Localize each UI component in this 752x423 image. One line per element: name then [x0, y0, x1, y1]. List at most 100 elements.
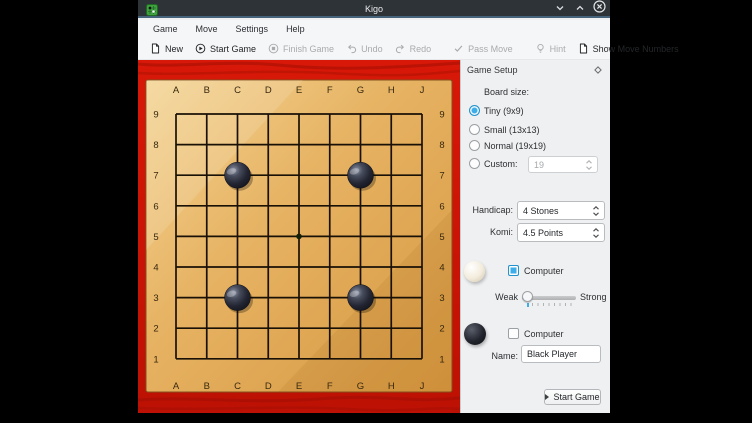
svg-text:2: 2 — [439, 324, 444, 335]
maximize-button[interactable] — [573, 3, 586, 16]
menu-game[interactable]: Game — [144, 20, 187, 38]
svg-text:6: 6 — [439, 201, 444, 212]
toolbar-start-game[interactable]: Start Game — [189, 39, 262, 59]
custom-size-value: 19 — [534, 160, 544, 170]
window-title: Kigo — [138, 0, 610, 18]
toolbar-finish-game: Finish Game — [262, 39, 340, 59]
chevron-up-icon — [575, 0, 585, 18]
screen: Kigo — [0, 0, 752, 423]
toolbar-undo: Undo — [340, 39, 389, 59]
svg-text:A: A — [173, 85, 180, 96]
toolbar-redo: Redo — [389, 39, 438, 59]
kigo-window: Kigo — [138, 0, 610, 413]
document-new-icon — [150, 43, 161, 54]
close-button[interactable] — [593, 3, 606, 16]
spin-arrows-icon — [585, 159, 593, 171]
minimize-button[interactable] — [553, 3, 566, 16]
svg-text:3: 3 — [153, 293, 158, 304]
svg-text:C: C — [234, 381, 241, 392]
radio-label-tiny-9x9-[interactable]: Tiny (9x9) — [484, 106, 524, 116]
go-board[interactable]: AABBCCDDEEFFGGHHJJ998877665544332211 — [138, 60, 460, 413]
svg-text:D: D — [265, 381, 272, 392]
svg-text:E: E — [296, 85, 302, 96]
svg-text:5: 5 — [153, 232, 158, 243]
svg-text:5: 5 — [439, 232, 444, 243]
svg-text:G: G — [357, 85, 364, 96]
spin-arrows-icon[interactable] — [592, 227, 600, 239]
radio-small-13x13-[interactable] — [469, 124, 480, 135]
spin-arrows-icon[interactable] — [592, 205, 600, 217]
toolbar-label: Finish Game — [283, 44, 334, 54]
svg-text:1: 1 — [439, 354, 444, 365]
stop-circle-icon — [268, 43, 279, 54]
radio-tiny-9x9-[interactable] — [469, 105, 480, 116]
toolbar-new[interactable]: New — [144, 39, 189, 59]
svg-text:J: J — [420, 85, 425, 96]
radio-label-normal-19x19-[interactable]: Normal (19x19) — [484, 141, 546, 151]
radio-custom-[interactable] — [469, 158, 480, 169]
toolbar-show-move-numbers[interactable]: Show Move Numbers — [572, 39, 685, 59]
svg-text:1: 1 — [153, 354, 158, 365]
strong-label: Strong — [580, 292, 607, 302]
white-stone-image — [464, 261, 485, 282]
svg-text:4: 4 — [439, 263, 444, 274]
redo-arrow-icon — [395, 43, 406, 54]
menubar: GameMoveSettingsHelp — [138, 20, 610, 38]
black-computer-checkbox[interactable] — [508, 328, 519, 339]
white-computer-checkbox[interactable] — [508, 265, 519, 276]
black-name-input[interactable] — [521, 345, 601, 363]
toolbar-label: Start Game — [210, 44, 256, 54]
radio-normal-19x19-[interactable] — [469, 140, 480, 151]
toolbar: New Start Game Finish Game UndoRedo Pass Mov… — [138, 38, 610, 60]
svg-text:J: J — [420, 381, 425, 392]
custom-size-spinbox: 19 — [528, 156, 598, 173]
titlebar[interactable]: Kigo — [138, 0, 610, 18]
komi-label: Komi: — [461, 227, 513, 237]
svg-text:B: B — [204, 85, 210, 96]
menu-help[interactable]: Help — [277, 20, 314, 38]
black-stone-image — [464, 323, 486, 345]
svg-text:D: D — [265, 85, 272, 96]
white-computer-label: Computer — [524, 266, 564, 276]
black-computer-label: Computer — [524, 329, 564, 339]
window-controls — [553, 0, 606, 18]
menu-move[interactable]: Move — [187, 20, 227, 38]
undo-arrow-icon — [346, 43, 357, 54]
svg-text:4: 4 — [153, 263, 158, 274]
komi-spinbox[interactable]: 4.5 Points — [517, 223, 605, 242]
svg-text:H: H — [388, 381, 395, 392]
strength-slider-handle[interactable] — [522, 291, 533, 302]
svg-text:C: C — [234, 85, 241, 96]
toolbar-label: Show Move Numbers — [593, 44, 679, 54]
svg-text:7: 7 — [439, 171, 444, 182]
handicap-spinbox[interactable]: 4 Stones — [517, 201, 605, 220]
handicap-value: 4 Stones — [523, 206, 559, 216]
svg-text:E: E — [296, 381, 302, 392]
svg-text:A: A — [173, 381, 180, 392]
toolbar-label: Hint — [550, 44, 566, 54]
lightbulb-icon — [535, 43, 546, 54]
play-circle-icon — [195, 43, 206, 54]
svg-text:3: 3 — [439, 293, 444, 304]
radio-label-small-13x13-[interactable]: Small (13x13) — [484, 125, 540, 135]
svg-text:2: 2 — [153, 324, 158, 335]
svg-text:6: 6 — [153, 201, 158, 212]
svg-text:F: F — [327, 381, 333, 392]
toolbar-label: Pass Move — [468, 44, 513, 54]
svg-text:8: 8 — [439, 140, 444, 151]
svg-text:9: 9 — [439, 110, 444, 121]
svg-text:G: G — [357, 381, 364, 392]
radio-label-custom-[interactable]: Custom: — [484, 159, 518, 169]
float-panel-icon[interactable] — [594, 66, 602, 74]
start-game-button[interactable]: Start Game — [544, 389, 601, 405]
svg-text:B: B — [204, 381, 210, 392]
toolbar-label: New — [165, 44, 183, 54]
close-icon — [593, 0, 606, 18]
handicap-label: Handicap: — [461, 205, 513, 215]
panel-title: Game Setup — [467, 65, 518, 75]
check-icon — [453, 43, 464, 54]
menu-settings[interactable]: Settings — [227, 20, 278, 38]
chevron-down-icon — [555, 0, 565, 18]
board-size-label: Board size: — [484, 87, 529, 97]
strength-slider-mark — [527, 303, 529, 307]
